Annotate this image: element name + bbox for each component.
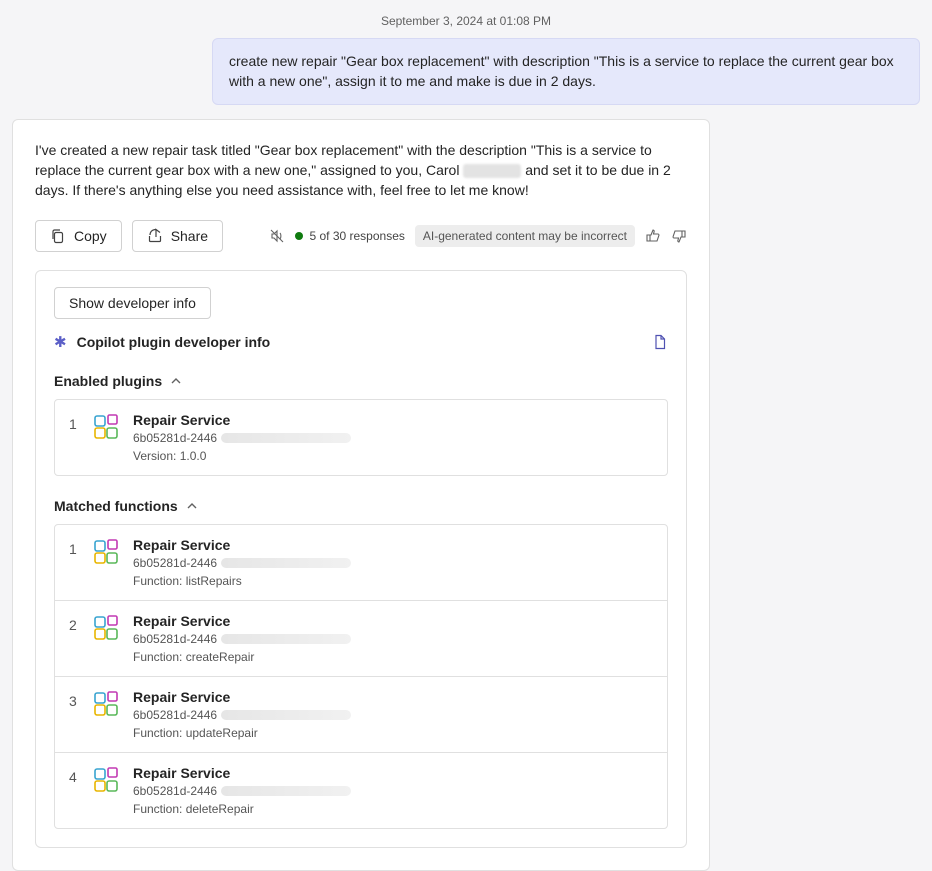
developer-info-title: Copilot plugin developer info (77, 334, 642, 350)
app-tile-icon (93, 615, 119, 641)
row-index: 3 (69, 689, 79, 740)
matched-functions-header[interactable]: Matched functions (54, 498, 668, 514)
plugin-id: 6b05281d-2446 (133, 556, 653, 570)
function-name: Function: updateRepair (133, 726, 653, 740)
matched-functions-label: Matched functions (54, 498, 178, 514)
plugin-name: Repair Service (133, 537, 653, 553)
app-tile-icon (93, 691, 119, 717)
plugin-name: Repair Service (133, 765, 653, 781)
row-index: 2 (69, 613, 79, 664)
plugin-id: 6b05281d-2446 (133, 431, 653, 445)
redacted-id (221, 634, 351, 644)
read-aloud-off-icon[interactable] (269, 228, 285, 244)
plugin-name: Repair Service (133, 412, 653, 428)
app-tile-icon (93, 414, 119, 440)
redacted-name (463, 164, 521, 178)
developer-info-header: ✱ Copilot plugin developer info (54, 333, 668, 351)
plugin-name: Repair Service (133, 613, 653, 629)
document-icon[interactable] (652, 334, 668, 350)
copy-icon (50, 228, 66, 244)
redacted-id (221, 710, 351, 720)
plugin-name: Repair Service (133, 689, 653, 705)
function-row: 2 Repair Service 6b05281d-2446 Function:… (55, 600, 667, 676)
app-tile-icon (93, 767, 119, 793)
redacted-id (221, 558, 351, 568)
chevron-up-icon (170, 375, 182, 387)
show-developer-info-label: Show developer info (69, 295, 196, 311)
bug-icon: ✱ (54, 333, 67, 351)
enabled-plugins-list: 1 Repair Service 6b05281d-2446 Version: … (54, 399, 668, 476)
redacted-id (221, 433, 351, 443)
function-name: Function: listRepairs (133, 574, 653, 588)
plugin-version: Version: 1.0.0 (133, 449, 653, 463)
developer-info-panel: Show developer info ✱ Copilot plugin dev… (35, 270, 687, 848)
plugin-row: 1 Repair Service 6b05281d-2446 Version: … (55, 400, 667, 475)
response-counter-text: 5 of 30 responses (309, 229, 404, 243)
redacted-id (221, 786, 351, 796)
message-timestamp: September 3, 2024 at 01:08 PM (12, 10, 920, 38)
function-name: Function: createRepair (133, 650, 653, 664)
chevron-up-icon (186, 500, 198, 512)
enabled-plugins-label: Enabled plugins (54, 373, 162, 389)
function-name: Function: deleteRepair (133, 802, 653, 816)
copy-label: Copy (74, 228, 107, 244)
assistant-reply-text: I've created a new repair task titled "G… (35, 140, 687, 201)
row-index: 1 (69, 412, 79, 463)
ai-disclaimer-badge: AI-generated content may be incorrect (415, 225, 635, 247)
response-counter: 5 of 30 responses (295, 229, 404, 243)
plugin-id: 6b05281d-2446 (133, 784, 653, 798)
user-message: create new repair "Gear box replacement"… (212, 38, 920, 105)
copy-button[interactable]: Copy (35, 220, 122, 252)
app-tile-icon (93, 539, 119, 565)
matched-functions-list: 1 Repair Service 6b05281d-2446 Function:… (54, 524, 668, 829)
function-row: 1 Repair Service 6b05281d-2446 Function:… (55, 525, 667, 600)
enabled-plugins-header[interactable]: Enabled plugins (54, 373, 668, 389)
chat-container: September 3, 2024 at 01:08 PM create new… (0, 0, 932, 871)
row-index: 1 (69, 537, 79, 588)
plugin-id: 6b05281d-2446 (133, 708, 653, 722)
assistant-message-card: I've created a new repair task titled "G… (12, 119, 710, 871)
status-indicator-icon (295, 232, 303, 240)
share-label: Share (171, 228, 208, 244)
function-row: 4 Repair Service 6b05281d-2446 Function:… (55, 752, 667, 828)
row-index: 4 (69, 765, 79, 816)
share-icon (147, 228, 163, 244)
plugin-id: 6b05281d-2446 (133, 632, 653, 646)
show-developer-info-button[interactable]: Show developer info (54, 287, 211, 319)
function-row: 3 Repair Service 6b05281d-2446 Function:… (55, 676, 667, 752)
action-bar: Copy Share 5 of 30 responses AI-generate… (35, 220, 687, 252)
thumbs-down-icon[interactable] (671, 228, 687, 244)
thumbs-up-icon[interactable] (645, 228, 661, 244)
share-button[interactable]: Share (132, 220, 223, 252)
